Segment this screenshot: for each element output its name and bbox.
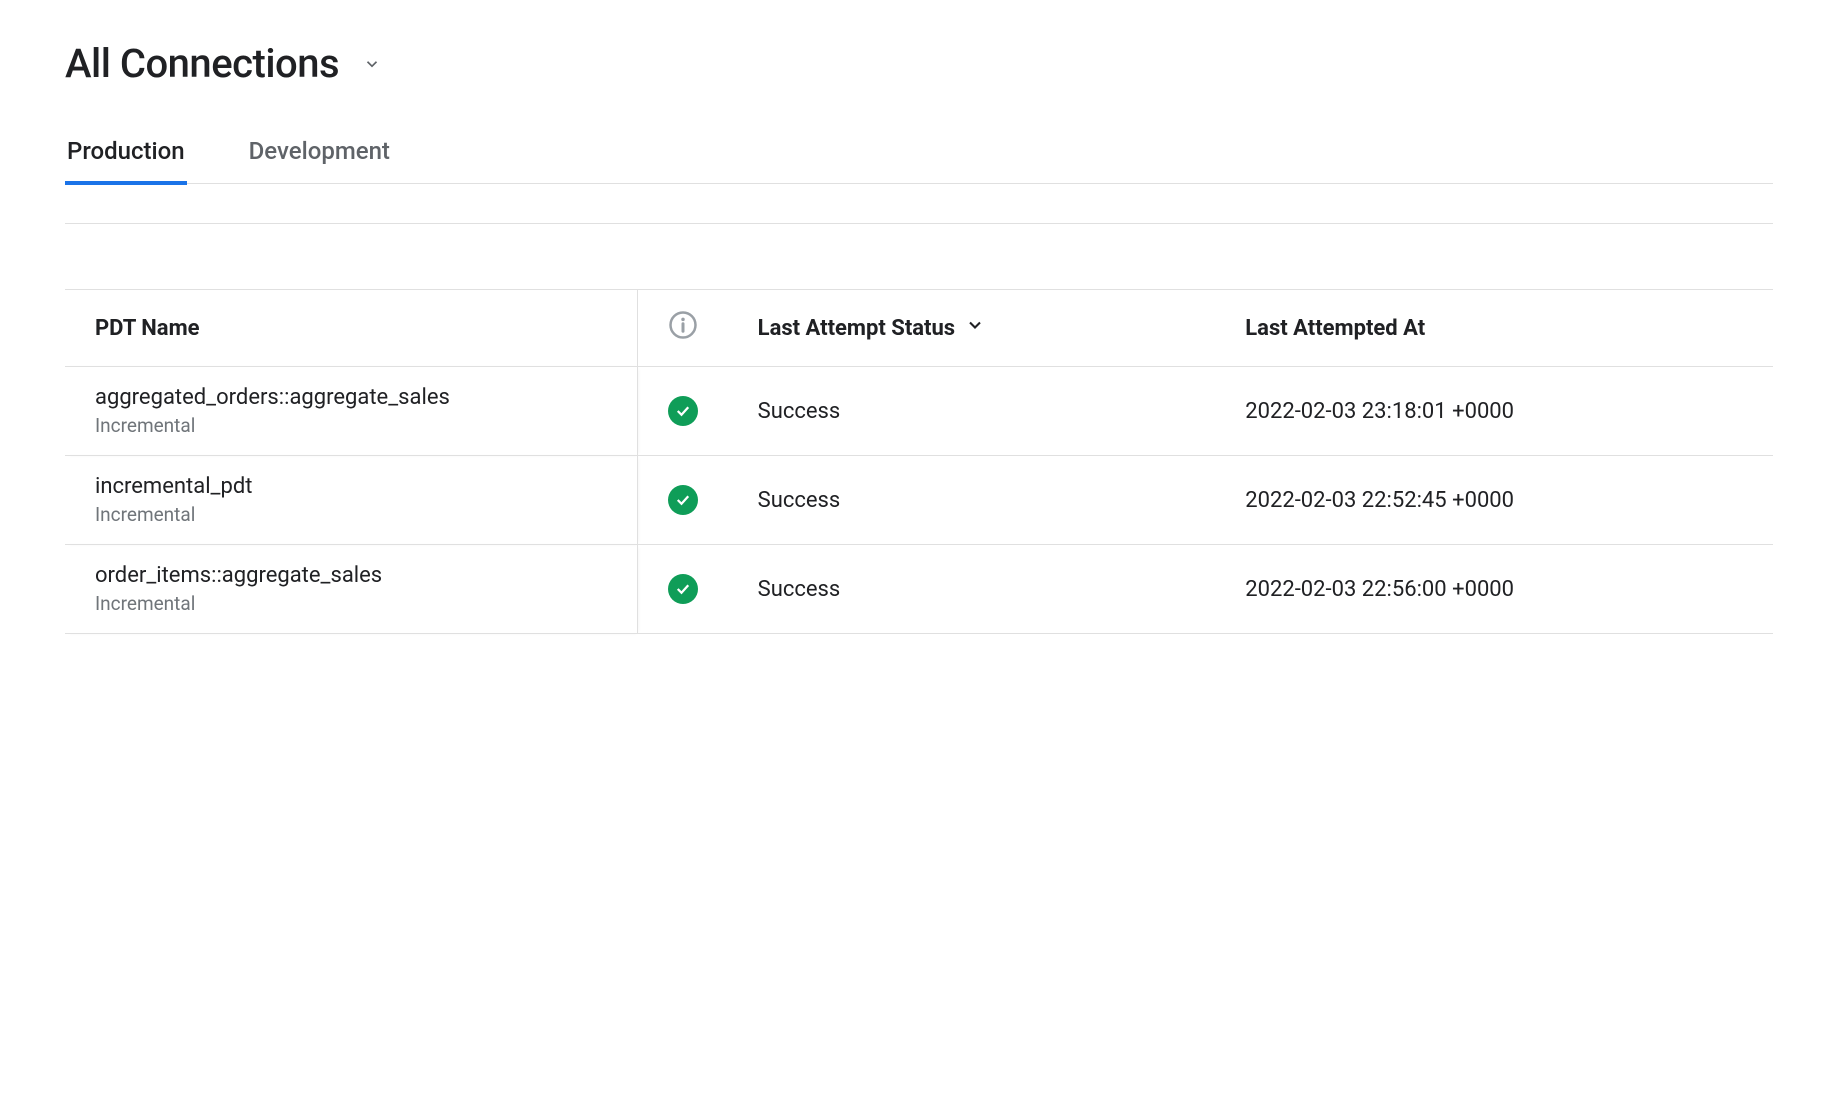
spacer: [65, 224, 1773, 289]
column-header-pdt-name[interactable]: PDT Name: [65, 290, 637, 367]
pdt-subtype: Incremental: [95, 414, 607, 437]
success-check-icon: [668, 485, 698, 515]
info-icon: [668, 310, 698, 340]
table-row[interactable]: order_items::aggregate_sales Incremental…: [65, 545, 1773, 634]
attempted-at: 2022-02-03 23:18:01 +0000: [1215, 367, 1773, 456]
pdt-name: incremental_pdt: [95, 474, 607, 499]
column-header-last-attempt-status[interactable]: Last Attempt Status: [728, 290, 1216, 367]
toolbar-spacer: [65, 184, 1773, 224]
pdt-subtype: Incremental: [95, 592, 607, 615]
table-row[interactable]: aggregated_orders::aggregate_sales Incre…: [65, 367, 1773, 456]
chevron-down-icon: [965, 315, 985, 341]
attempted-at: 2022-02-03 22:56:00 +0000: [1215, 545, 1773, 634]
table-header-row: PDT Name Last Attempt Status: [65, 290, 1773, 367]
pdt-subtype: Incremental: [95, 503, 607, 526]
status-text: Success: [728, 367, 1216, 456]
column-header-last-attempted-at[interactable]: Last Attempted At: [1215, 290, 1773, 367]
tab-production[interactable]: Production: [65, 137, 187, 183]
column-header-info[interactable]: [637, 290, 728, 367]
page-title: All Connections: [65, 40, 339, 87]
success-check-icon: [668, 396, 698, 426]
tab-development[interactable]: Development: [247, 137, 392, 183]
status-text: Success: [728, 456, 1216, 545]
page-header: All Connections: [65, 40, 1773, 87]
title-dropdown-chevron-icon[interactable]: [359, 51, 385, 77]
column-header-status-label: Last Attempt Status: [758, 316, 955, 341]
table-row[interactable]: incremental_pdt Incremental Success 2022…: [65, 456, 1773, 545]
pdt-name: order_items::aggregate_sales: [95, 563, 607, 588]
success-check-icon: [668, 574, 698, 604]
status-text: Success: [728, 545, 1216, 634]
attempted-at: 2022-02-03 22:52:45 +0000: [1215, 456, 1773, 545]
pdt-name: aggregated_orders::aggregate_sales: [95, 385, 607, 410]
pdt-table: PDT Name Last Attempt Status: [65, 289, 1773, 634]
tabs: Production Development: [65, 137, 1773, 184]
